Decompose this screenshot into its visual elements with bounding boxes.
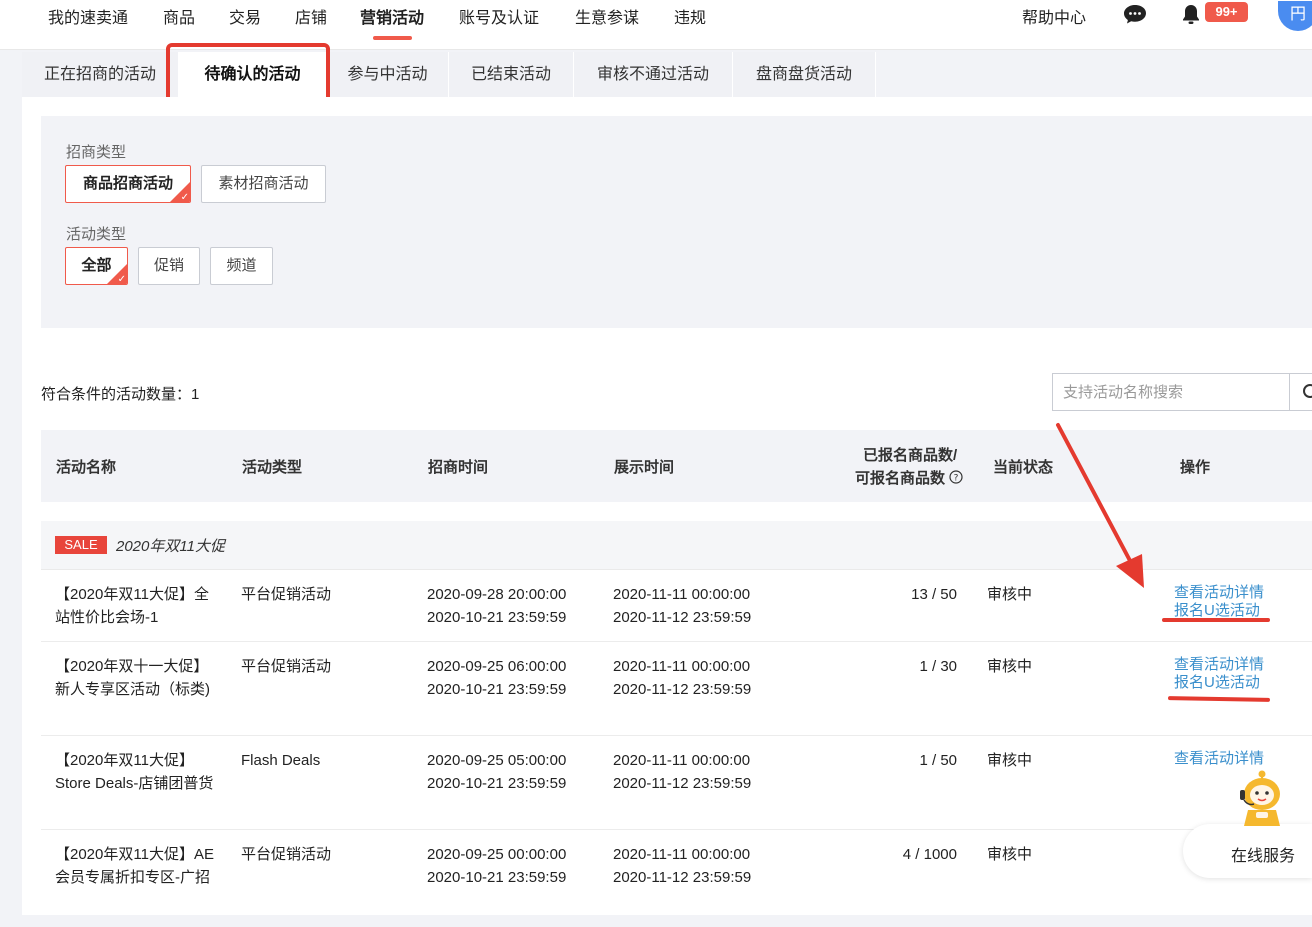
page: 我的速卖通 商品 交易 店铺 营销活动 账号及认证 生意参谋 违规 帮助中心 9… <box>0 0 1312 927</box>
online-service-widget[interactable]: 在线服务 <box>1183 824 1312 878</box>
online-service-label: 在线服务 <box>1231 848 1296 865</box>
annotation-arrow <box>1056 423 1144 588</box>
robot-assistant-icon[interactable] <box>1236 768 1288 826</box>
